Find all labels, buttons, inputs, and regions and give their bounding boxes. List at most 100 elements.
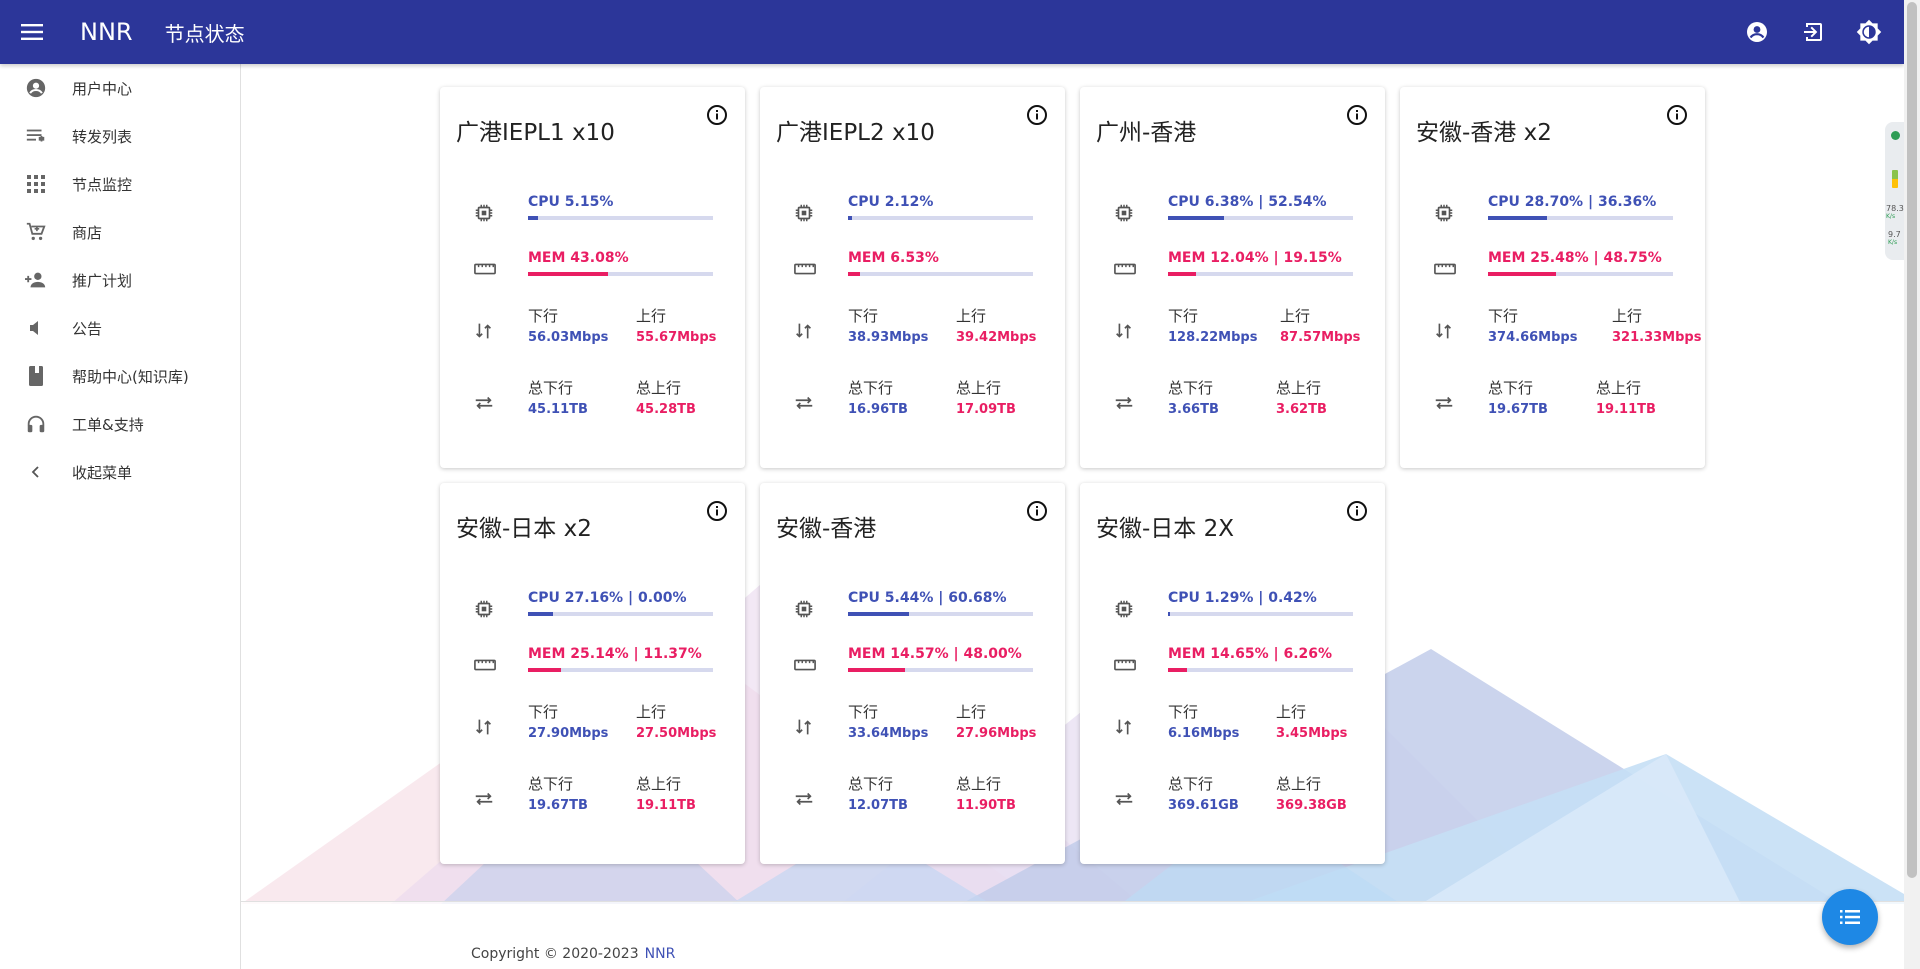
- memory-icon: [1433, 258, 1456, 280]
- node-title: 广州-香港: [1096, 120, 1197, 146]
- downlink-value: 374.66Mbps: [1488, 330, 1578, 345]
- downlink-label: 下行: [528, 307, 559, 325]
- total-uplink-stat: 总上行 369.38GB: [1276, 773, 1347, 813]
- downlink-value: 6.16Mbps: [1168, 726, 1240, 741]
- total-uplink-stat: 总上行 45.28TB: [636, 377, 696, 417]
- uplink-value: 39.42Mbps: [956, 330, 1037, 345]
- mem-progress-bar: [528, 272, 713, 276]
- swap-vertical-icon: [793, 320, 815, 342]
- menu-icon[interactable]: [0, 0, 64, 64]
- cpu-usage-text: CPU 2.12%: [848, 194, 934, 210]
- sidebar-item-collapse-menu[interactable]: 收起菜单: [0, 448, 240, 496]
- total-downlink-value: 19.67TB: [528, 798, 588, 813]
- swap-horizontal-icon: [1113, 788, 1135, 810]
- sidebar-item-label: 转发列表: [72, 127, 133, 146]
- info-icon[interactable]: [1345, 103, 1369, 127]
- battery-icon: [1892, 170, 1898, 188]
- copyright-text: Copyright © 2020-2023 NNR: [471, 946, 675, 962]
- speed-unit-2: K/s: [1888, 239, 1898, 246]
- memory-icon: [793, 258, 816, 280]
- node-title: 安徽-香港: [776, 516, 877, 542]
- status-dot-icon: [1891, 131, 1900, 140]
- account-circle-icon[interactable]: [1742, 17, 1772, 47]
- node-title: 广港IEPL2 x10: [776, 120, 935, 146]
- network-speed-widget[interactable]: 78.3 K/s 9.7 K/s: [1885, 122, 1904, 260]
- uplink-value: 27.96Mbps: [956, 726, 1037, 741]
- scrollbar-thumb[interactable]: [1907, 2, 1917, 878]
- uplink-label: 上行: [1276, 703, 1307, 721]
- theme-brightness-icon[interactable]: [1854, 17, 1884, 47]
- sidebar-item-announcement[interactable]: 公告: [0, 304, 240, 352]
- cpu-progress-fill: [848, 612, 910, 616]
- cpu-chip-icon: [473, 202, 495, 224]
- node-card: 广州-香港 CPU 6.38% | 52.54% MEM 12.04% | 19.1…: [1080, 87, 1385, 468]
- total-uplink-label: 总上行: [1276, 775, 1322, 793]
- list-fab-button[interactable]: [1822, 889, 1878, 945]
- total-downlink-stat: 总下行 12.07TB: [848, 773, 908, 813]
- uplink-stat: 上行 3.45Mbps: [1276, 701, 1347, 741]
- info-icon[interactable]: [1665, 103, 1689, 127]
- swap-vertical-icon: [1433, 320, 1455, 342]
- total-uplink-stat: 总上行 19.11TB: [1596, 377, 1656, 417]
- sidebar-item-label: 商店: [72, 223, 103, 242]
- cpu-usage-text: CPU 1.29% | 0.42%: [1168, 590, 1317, 606]
- total-uplink-value: 11.90TB: [956, 798, 1016, 813]
- mem-progress-fill: [1488, 272, 1557, 276]
- speed-value-1: 78.3: [1886, 204, 1904, 213]
- headset-icon: [0, 413, 72, 435]
- cart-icon: [0, 221, 72, 243]
- downlink-stat: 下行 128.22Mbps: [1168, 305, 1257, 345]
- mem-usage-text: MEM 25.48% | 48.75%: [1488, 250, 1662, 266]
- info-icon[interactable]: [705, 499, 729, 523]
- total-uplink-stat: 总上行 19.11TB: [636, 773, 696, 813]
- swap-horizontal-icon: [1433, 392, 1455, 414]
- total-uplink-value: 3.62TB: [1276, 402, 1327, 417]
- logout-icon[interactable]: [1798, 17, 1828, 47]
- node-title: 安徽-香港 x2: [1416, 120, 1552, 146]
- list-icon: [1840, 910, 1860, 924]
- downlink-stat: 下行 27.90Mbps: [528, 701, 608, 741]
- page-scrollbar[interactable]: [1904, 0, 1920, 969]
- sidebar-item-label: 用户中心: [72, 79, 133, 98]
- total-uplink-stat: 总上行 3.62TB: [1276, 377, 1327, 417]
- info-icon[interactable]: [1345, 499, 1369, 523]
- total-downlink-stat: 总下行 369.61GB: [1168, 773, 1239, 813]
- swap-vertical-icon: [793, 716, 815, 738]
- sidebar-item-label: 工单&支持: [72, 415, 144, 434]
- total-downlink-label: 总下行: [528, 379, 574, 397]
- apps-grid-icon: [0, 174, 72, 194]
- mem-progress-bar: [1488, 272, 1673, 276]
- total-downlink-label: 总下行: [848, 379, 894, 397]
- uplink-label: 上行: [636, 307, 667, 325]
- node-card: 安徽-香港 x2 CPU 28.70% | 36.36% MEM 25.48% | …: [1400, 87, 1705, 468]
- person-add-icon: [0, 269, 72, 291]
- info-icon[interactable]: [705, 103, 729, 127]
- sidebar-item-forward-list[interactable]: 转发列表: [0, 112, 240, 160]
- uplink-stat: 上行 39.42Mbps: [956, 305, 1036, 345]
- mem-progress-bar: [1168, 668, 1353, 672]
- sidebar-item-shop[interactable]: 商店: [0, 208, 240, 256]
- swap-vertical-icon: [473, 320, 495, 342]
- cpu-usage-text: CPU 27.16% | 0.00%: [528, 590, 687, 606]
- speed-value-2: 9.7: [1888, 230, 1901, 239]
- total-uplink-label: 总上行: [636, 775, 682, 793]
- footer-brand-link[interactable]: NNR: [645, 946, 676, 962]
- info-icon[interactable]: [1025, 499, 1049, 523]
- uplink-label: 上行: [1612, 307, 1643, 325]
- brand-title[interactable]: NNR: [80, 18, 133, 46]
- memory-icon: [793, 654, 816, 676]
- sidebar-item-referral[interactable]: 推广计划: [0, 256, 240, 304]
- sidebar-item-node-monitor[interactable]: 节点监控: [0, 160, 240, 208]
- info-icon[interactable]: [1025, 103, 1049, 127]
- total-uplink-value: 369.38GB: [1276, 798, 1347, 813]
- sidebar-item-help-center[interactable]: 帮助中心(知识库): [0, 352, 240, 400]
- cpu-progress-fill: [528, 612, 553, 616]
- downlink-value: 56.03Mbps: [528, 330, 609, 345]
- sidebar-item-ticket-support[interactable]: 工单&支持: [0, 400, 240, 448]
- cpu-progress-fill: [848, 216, 852, 220]
- swap-vertical-icon: [1113, 716, 1135, 738]
- total-downlink-value: 369.61GB: [1168, 798, 1239, 813]
- sidebar-item-user-center[interactable]: 用户中心: [0, 64, 240, 112]
- total-uplink-label: 总上行: [956, 379, 1002, 397]
- playlist-icon: [0, 125, 72, 147]
